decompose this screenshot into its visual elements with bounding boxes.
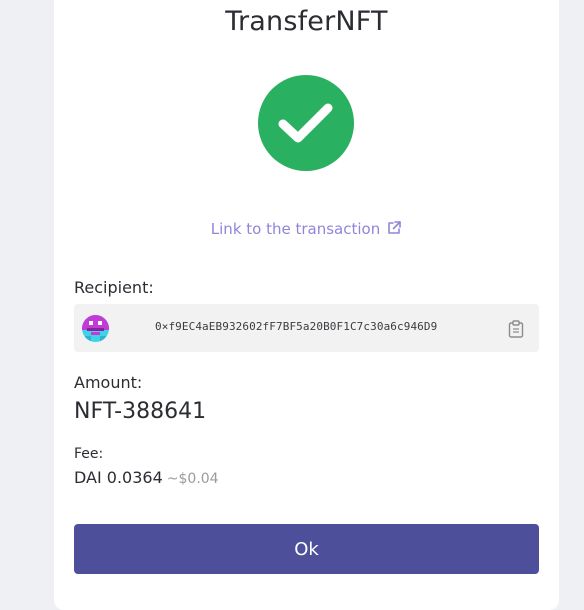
recipient-address: 0×f9EC4aEB932602fF7BF5a20B0F1C7c30a6c946… <box>155 320 438 333</box>
recipient-field: 0×f9EC4aEB932602fF7BF5a20B0F1C7c30a6c946… <box>74 304 539 352</box>
fee-usd-estimate: ~$0.04 <box>166 471 219 487</box>
external-link-icon <box>386 220 402 240</box>
transfer-dialog: TransferNFT Link to the transaction Reci… <box>54 0 559 610</box>
success-check-icon <box>258 75 354 171</box>
fee-label: Fee: <box>74 446 104 462</box>
amount-value: NFT-388641 <box>74 399 207 424</box>
dialog-title: TransferNFT <box>225 6 388 37</box>
clipboard-icon[interactable] <box>508 320 524 338</box>
recipient-label: Recipient: <box>74 278 154 297</box>
amount-label: Amount: <box>74 373 143 392</box>
ok-button[interactable]: Ok <box>74 524 539 574</box>
transaction-link-label: Link to the transaction <box>210 220 381 238</box>
transaction-link[interactable]: Link to the transaction <box>54 220 559 240</box>
fee-row: DAI 0.0364 ~$0.04 <box>74 468 219 487</box>
recipient-avatar <box>82 315 109 342</box>
fee-value: DAI 0.0364 <box>74 468 163 487</box>
